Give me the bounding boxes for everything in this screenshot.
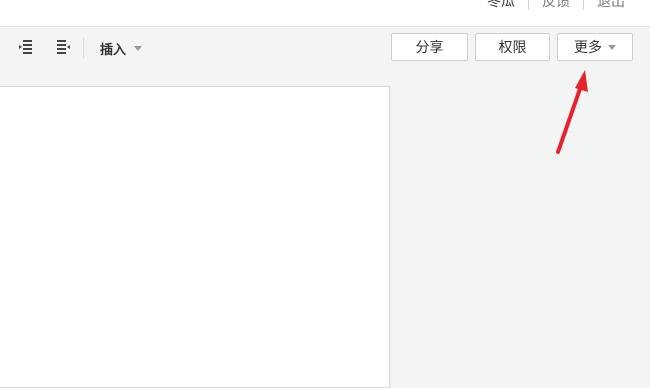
permissions-button[interactable]: 权限 (475, 33, 550, 61)
arrow-shaft (556, 84, 583, 154)
share-button[interactable]: 分享 (391, 33, 468, 61)
indent-increase-icon[interactable] (54, 38, 72, 56)
user-links: 冬瓜 反馈 退出 (474, 0, 638, 11)
insert-label: 插入 (100, 42, 127, 58)
logout-link[interactable]: 退出 (584, 0, 638, 11)
more-button[interactable]: 更多 (557, 33, 633, 61)
insert-menu[interactable]: 插入 (100, 37, 143, 59)
arrow-head (575, 70, 588, 92)
permissions-label: 权限 (498, 40, 527, 56)
toolbar-divider (83, 38, 84, 58)
feedback-link[interactable]: 反馈 (529, 0, 583, 11)
top-header: 冬瓜 反馈 退出 (0, 0, 650, 27)
chevron-down-icon (134, 45, 143, 51)
chevron-down-icon (608, 44, 616, 50)
editor-toolbar: 插入 分享 权限 更多 (0, 27, 650, 69)
document-page[interactable] (0, 86, 390, 388)
more-label: 更多 (574, 40, 602, 56)
user-name-link[interactable]: 冬瓜 (474, 0, 528, 11)
indent-decrease-icon[interactable] (18, 38, 36, 56)
share-label: 分享 (415, 40, 444, 56)
